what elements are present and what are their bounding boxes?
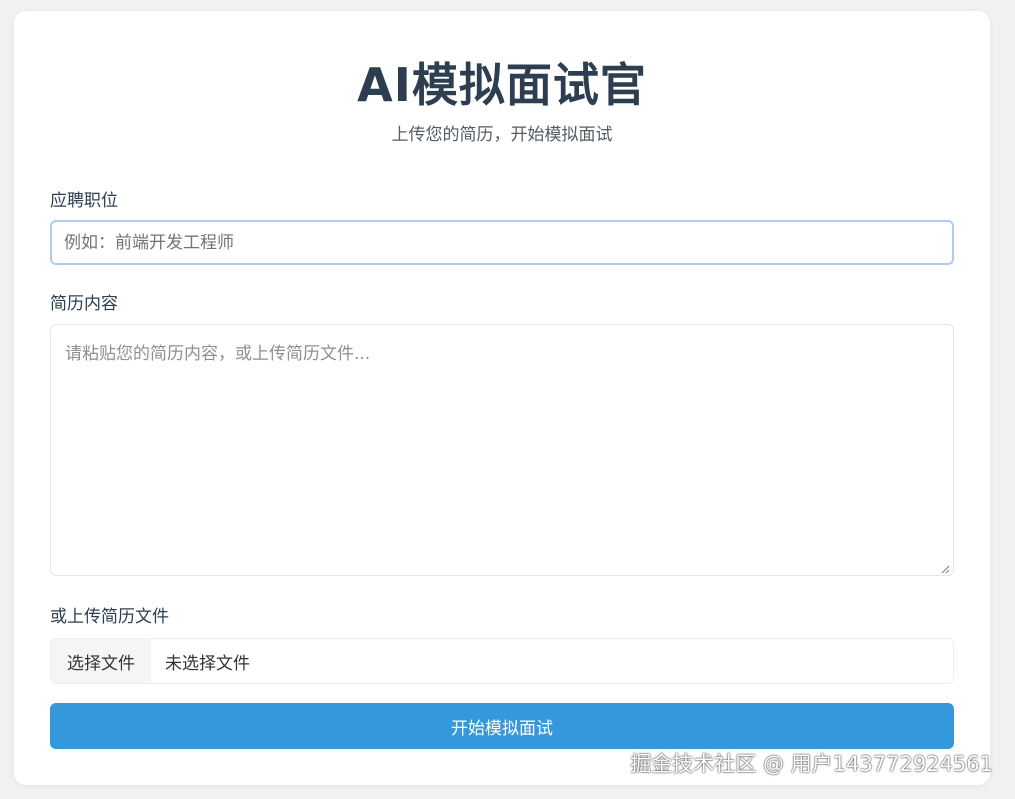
- resume-label: 简历内容: [50, 294, 118, 314]
- file-picker[interactable]: 选择文件 未选择文件: [50, 638, 954, 684]
- file-status-text: 未选择文件: [165, 653, 250, 674]
- choose-file-button[interactable]: 选择文件: [51, 639, 151, 683]
- watermark-text: 掘金技术社区 @ 用户1437729245​61: [630, 752, 993, 776]
- resize-handle-icon[interactable]: [940, 564, 950, 574]
- interview-form-card: AI模拟面试官 上传您的简历，开始模拟面试 应聘职位 简历内容 或上传简历文件 …: [14, 11, 990, 785]
- upload-label: 或上传简历文件: [50, 607, 169, 627]
- resume-textarea[interactable]: [50, 324, 954, 576]
- page-subtitle: 上传您的简历，开始模拟面试: [391, 125, 613, 145]
- position-input[interactable]: [50, 220, 954, 265]
- start-interview-button[interactable]: 开始模拟面试: [50, 703, 954, 749]
- position-label: 应聘职位: [50, 191, 118, 211]
- page-title: AI模拟面试官: [357, 58, 647, 112]
